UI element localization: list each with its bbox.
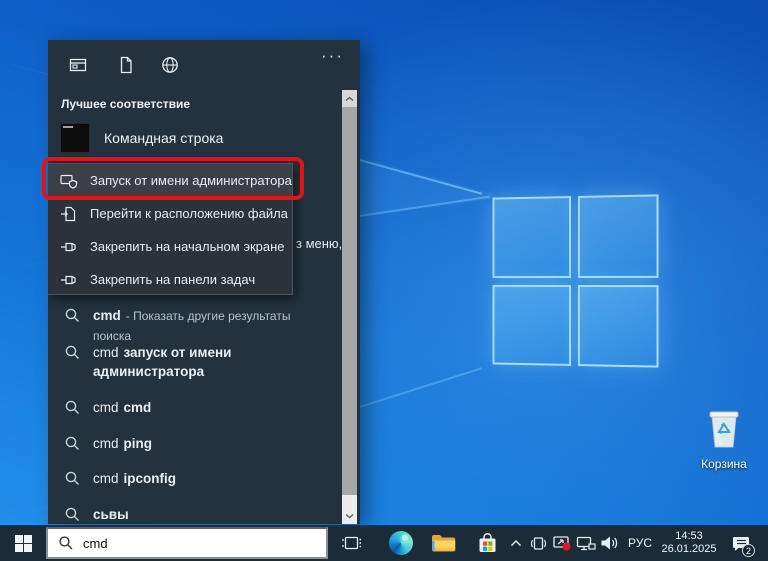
windows-logo-pane: [493, 284, 571, 365]
edge-icon: [389, 531, 413, 555]
filter-web-button[interactable]: [160, 55, 180, 75]
edge-browser-button[interactable]: [384, 525, 418, 561]
suggestion-typed: cmd: [93, 400, 119, 415]
search-icon: [64, 344, 81, 361]
suggestion-typed: cmd: [93, 471, 119, 486]
recycle-bin-icon: [703, 404, 745, 450]
tray-language-indicator[interactable]: РУС: [622, 525, 658, 561]
chevron-up-icon: [345, 96, 354, 102]
monitor-alert-icon: [552, 534, 572, 552]
windows-start-icon: [15, 535, 32, 552]
chevron-down-icon: [345, 513, 354, 519]
search-icon: [64, 470, 81, 487]
search-icon: [64, 506, 81, 523]
suggestion-typed: cmd: [93, 436, 119, 451]
filter-more-button[interactable]: ···: [321, 46, 344, 66]
network-icon: [576, 535, 596, 552]
context-menu: Запуск от имени администратора Перейти к…: [48, 163, 293, 295]
taskbar: РУС 14:53 26.01.2025 2: [0, 525, 768, 561]
suggestion-cmd-cmd[interactable]: cmdcmd: [48, 398, 338, 417]
recycle-bin[interactable]: Корзина: [692, 404, 756, 471]
clock-time: 14:53: [675, 530, 703, 543]
pin-to-start-icon: [60, 239, 78, 255]
windows-logo-pane: [577, 285, 658, 368]
tray-network-button[interactable]: [574, 525, 598, 561]
clock-date: 26.01.2025: [661, 543, 716, 556]
suggestion-typed: cmd: [93, 345, 119, 360]
document-icon: [116, 55, 136, 75]
windows-logo-pane: [577, 194, 658, 277]
search-icon: [64, 399, 81, 416]
action-center-button[interactable]: 2: [724, 525, 758, 561]
menu-item-pin-to-taskbar[interactable]: Закрепить на панели задач: [48, 263, 292, 296]
recycle-bin-label: Корзина: [692, 457, 756, 471]
scrollbar-up-button[interactable]: [342, 90, 357, 107]
filter-documents-button[interactable]: [116, 55, 136, 75]
cast-icon: [529, 534, 548, 552]
menu-item-label: Перейти к расположению файла: [90, 206, 288, 221]
command-prompt-icon: [60, 123, 90, 153]
volume-icon: [600, 535, 619, 551]
scrollbar-thumb[interactable]: [342, 107, 357, 495]
action-center-badge: 2: [742, 544, 755, 557]
open-file-location-icon: [60, 206, 78, 222]
menu-item-open-file-location[interactable]: Перейти к расположению файла: [48, 197, 292, 230]
tray-show-hidden-icons-button[interactable]: [506, 525, 526, 561]
tray-volume-button[interactable]: [596, 525, 622, 561]
apps-icon: [68, 55, 88, 75]
run-as-admin-icon: [60, 173, 78, 189]
search-filter-bar: ···: [48, 40, 360, 88]
suggestion-show-more-results[interactable]: cmd- Показать другие результаты поиска: [48, 306, 338, 346]
microsoft-store-button[interactable]: [470, 525, 504, 561]
search-icon: [64, 435, 81, 452]
section-header-best-match: Лучшее соответствие: [61, 97, 190, 111]
windows-logo-pane: [493, 196, 571, 277]
suggestion-cmd-run-as-admin[interactable]: cmdзапуск от имени администратора: [48, 343, 338, 381]
suggestion-completion: сьвы: [93, 507, 129, 522]
taskbar-search-box[interactable]: [46, 527, 328, 559]
best-match-title: Командная строка: [104, 130, 223, 146]
task-view-button[interactable]: [336, 525, 368, 561]
suggestion-completion: ipconfig: [124, 471, 177, 486]
menu-item-label: Закрепить на начальном экране: [90, 239, 285, 254]
tray-clock[interactable]: 14:53 26.01.2025: [658, 525, 720, 561]
tray-notification-device-button[interactable]: [550, 525, 574, 561]
scrollbar-down-button[interactable]: [342, 507, 357, 524]
windows-logo: [493, 194, 659, 367]
tray-cast-button[interactable]: [526, 525, 550, 561]
filter-apps-button[interactable]: [68, 55, 88, 75]
task-view-icon: [342, 534, 362, 552]
file-explorer-button[interactable]: [426, 525, 460, 561]
store-icon: [476, 532, 499, 555]
menu-item-run-as-admin[interactable]: Запуск от имени администратора: [48, 164, 292, 197]
menu-item-label: Запуск от имени администратора: [90, 173, 292, 188]
start-button[interactable]: [4, 525, 42, 561]
suggestion-completion: ping: [124, 436, 153, 451]
file-explorer-icon: [431, 533, 456, 553]
search-results-panel: ··· Лучшее соответствие Командная строка…: [48, 40, 360, 524]
panel-scrollbar[interactable]: [342, 90, 357, 524]
suggestion-cmd-ipconfig[interactable]: cmd ipconfig: [48, 469, 338, 488]
search-icon: [58, 535, 74, 551]
suggestion-completion: cmd: [124, 400, 152, 415]
best-match-command-prompt[interactable]: Командная строка: [48, 116, 360, 160]
suggestion-clipped[interactable]: сьвы: [48, 505, 338, 524]
suggestion-query: cmd: [93, 308, 121, 323]
search-input[interactable]: [83, 536, 283, 551]
suggestion-meta: - Показать другие результаты поиска: [93, 309, 290, 343]
windows-desktop-screen: Корзина: [0, 0, 768, 561]
truncated-background-text: з меню,: [296, 236, 342, 251]
suggestion-cmd-ping[interactable]: cmdping: [48, 434, 338, 453]
menu-item-pin-to-start[interactable]: Закрепить на начальном экране: [48, 230, 292, 263]
globe-icon: [160, 55, 180, 75]
menu-item-label: Закрепить на панели задач: [90, 272, 255, 287]
pin-to-taskbar-icon: [60, 272, 78, 288]
chevron-up-icon: [510, 539, 522, 547]
search-icon: [64, 307, 81, 324]
